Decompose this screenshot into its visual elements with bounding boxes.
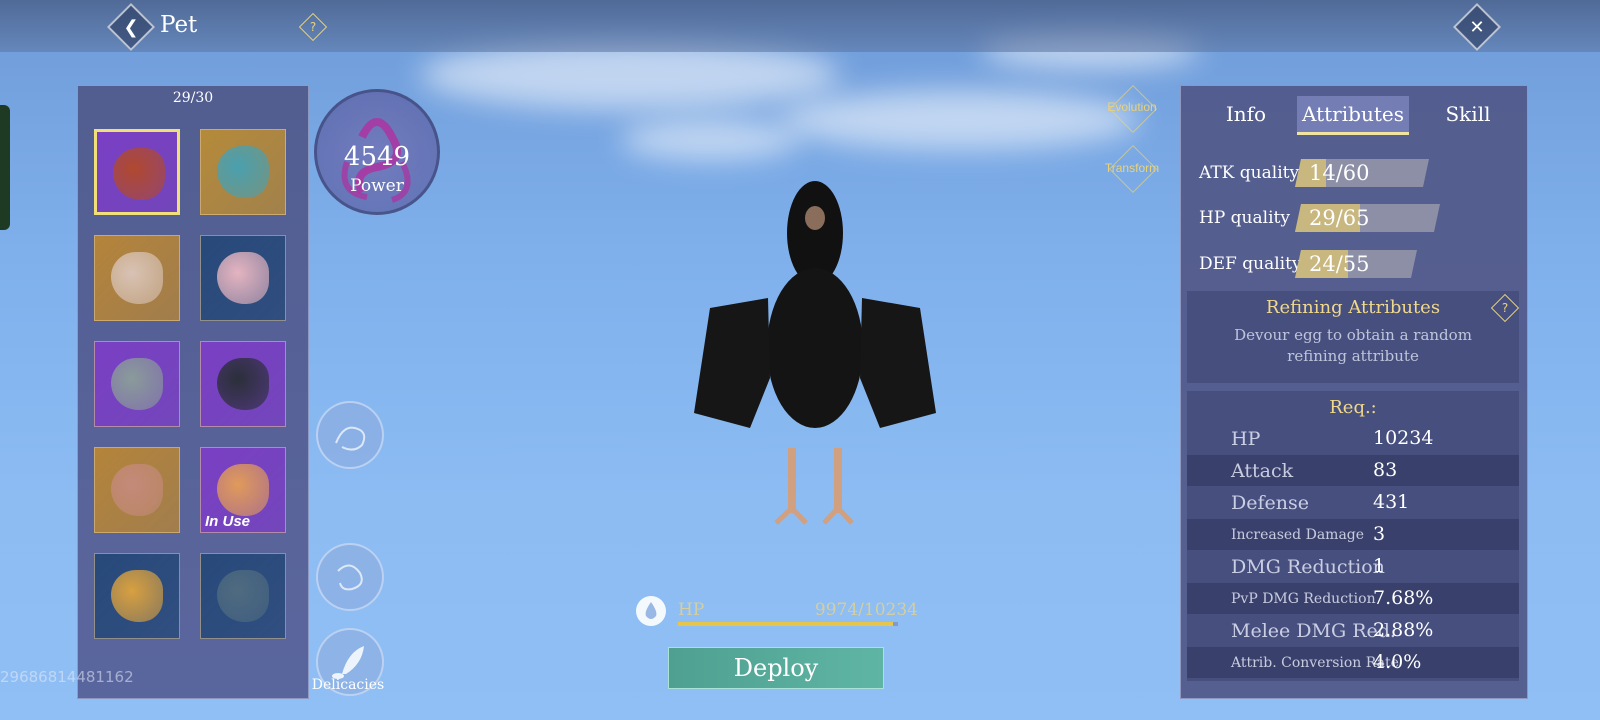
golden-fish-icon [111,570,163,622]
top-bar: ❮ Pet ? ✕ [0,0,1600,52]
requirement-value: 2.88% [1373,619,1434,641]
tab-info[interactable]: Info [1191,96,1301,132]
help-question-icon: ? [309,20,317,34]
requirement-value: 1 [1373,555,1386,577]
requirement-label: Melee DMG Red. [1231,620,1396,642]
requirement-value: 4.0% [1373,651,1422,673]
swirl-icon [337,564,363,591]
requirement-label: HP [1231,428,1261,450]
back-arrow-icon: ❮ [123,16,139,38]
pet-model[interactable] [690,178,940,533]
pet-list-panel: 29/30 In Use [77,85,309,699]
pet-slot-count: 29/30 [172,90,214,106]
power-value: 4549 [343,142,411,172]
requirement-row: HP 10234 [1187,423,1519,454]
pet-slot[interactable]: In Use [200,447,286,533]
pink-bird-icon [217,252,269,304]
close-button[interactable]: ✕ [1452,2,1502,52]
requirement-value: 83 [1373,459,1398,481]
blue-raptor-icon [217,570,269,622]
delicacies-label: Delicacies [311,677,385,693]
tab-attributes-label: Attributes [1302,102,1404,126]
tab-skill-label: Skill [1445,102,1491,126]
tab-attributes[interactable]: Attributes [1297,96,1409,135]
requirement-row: PvP DMG Reduction 7.68% [1187,583,1519,614]
requirement-row: DMG Reduction 1 [1187,551,1519,582]
pet-slot[interactable] [200,553,286,639]
requirement-label: Increased Damage [1231,527,1365,543]
pet-slot[interactable] [94,235,180,321]
cloud [780,90,1140,150]
requirement-row: Attrib. Conversion Rate 4.0% [1187,647,1519,678]
hp-label: HP [678,600,705,620]
power-label: Power [350,176,404,196]
cloud [620,120,800,160]
hp-bar [678,622,898,626]
dragon-icon [335,426,366,451]
requirement-value: 431 [1373,491,1410,513]
pet-slot[interactable] [94,129,180,215]
requirement-row: Melee DMG Red. 2.88% [1187,615,1519,646]
atk-quality-label: ATK quality [1199,163,1300,183]
atk-quality-value: 14/60 [1309,161,1370,185]
pterosaur-icon [111,464,163,516]
skin-button[interactable] [316,401,384,469]
requirement-label: PvP DMG Reduction [1231,591,1376,607]
tab-info-label: Info [1225,102,1267,126]
refining-title: Refining Attributes [1265,297,1441,318]
mantis-icon [111,252,163,304]
evolution-label: Evolution [1107,100,1157,114]
hp-quality-bar: 29/65 [1295,204,1440,232]
page-title: Pet [160,12,198,38]
requirement-value: 10234 [1373,427,1434,449]
requirement-label: Defense [1231,492,1309,514]
requirement-label: Attack [1231,460,1294,482]
requirement-row: Increased Damage 3 [1187,519,1519,550]
requirement-value: 7.68% [1373,587,1434,609]
help-question-icon: ? [1501,301,1509,315]
requirement-label: DMG Reduction [1231,556,1385,578]
user-id: 29686814481162 [0,668,134,686]
help-button[interactable]: ? [298,12,328,42]
def-quality-bar: 24/55 [1295,250,1417,278]
pet-slot[interactable] [94,341,180,427]
attributes-panel: Info Attributes Skill ATK quality 14/60 … [1180,85,1528,699]
water-drop-icon [636,596,666,626]
hp-value: 9974/10234 [814,600,918,620]
azure-dragon-icon [217,146,269,198]
def-quality-value: 24/55 [1309,252,1370,276]
feed-button[interactable] [316,543,384,611]
requirements-section: Req.: HP 10234 Attack 83 Defense 431 Increased… [1187,391,1519,681]
phoenix-bird-icon [113,148,165,200]
back-button[interactable]: ❮ [106,2,156,52]
refining-section: Refining Attributes ? Devour egg to obta… [1187,291,1520,383]
hp-quality-label: HP quality [1199,208,1290,228]
refining-description: Devour egg to obtain a random refining a… [1234,326,1472,365]
pet-slot[interactable] [200,341,286,427]
atk-quality-bar: 14/60 [1295,159,1429,187]
hp-bar-fill [678,622,893,626]
close-x-icon: ✕ [1469,16,1485,38]
requirements-title: Req.: [1329,397,1377,418]
power-emblem: 4549 Power [314,89,440,215]
pet-slot[interactable] [94,447,180,533]
lizard-icon [111,358,163,410]
pet-slot[interactable] [94,553,180,639]
hp-quality-value: 29/65 [1309,206,1370,230]
fox-icon [217,464,269,516]
requirement-value: 3 [1373,523,1386,545]
tab-skill[interactable]: Skill [1413,96,1523,132]
pet-slot[interactable] [200,235,286,321]
requirement-row: Defense 431 [1187,487,1519,518]
pet-slot[interactable] [200,129,286,215]
deploy-button[interactable]: Deploy [668,647,884,689]
in-use-badge: In Use [205,513,251,530]
transform-label: Transform [1104,161,1160,175]
def-quality-label: DEF quality [1199,254,1302,274]
requirement-row: Attack 83 [1187,455,1519,486]
side-drawer-tab[interactable] [0,105,10,230]
penguin-icon [217,358,269,410]
